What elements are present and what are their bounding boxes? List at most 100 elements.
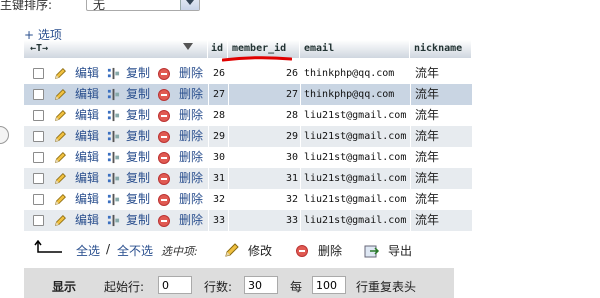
- copy-icon[interactable]: [107, 193, 120, 206]
- table-row[interactable]: 编辑 复制 删除 30 30 liu21st@gmail.com 流年: [24, 147, 472, 168]
- cell-member-id: 29: [285, 131, 298, 142]
- copy-link[interactable]: 复制: [126, 126, 150, 147]
- copy-icon[interactable]: [107, 109, 120, 122]
- delete-link[interactable]: 删除: [179, 105, 203, 126]
- pencil-icon[interactable]: [54, 88, 67, 101]
- sort-triangle-icon[interactable]: [183, 43, 193, 50]
- rows-label: 行数:: [204, 280, 233, 294]
- pencil-icon[interactable]: [224, 242, 240, 258]
- cell-member-id: 30: [285, 152, 298, 163]
- cell-email: liu21st@gmail.com: [304, 215, 407, 226]
- pencil-icon[interactable]: [54, 130, 67, 143]
- table-row[interactable]: 编辑 复制 删除 26 26 thinkphp@qq.com 流年: [24, 63, 472, 84]
- delete-link[interactable]: 删除: [179, 189, 203, 210]
- delete-icon[interactable]: [158, 89, 170, 101]
- pencil-icon[interactable]: [54, 214, 67, 227]
- table-row[interactable]: 编辑 复制 删除 31 31 liu21st@gmail.com 流年: [24, 168, 472, 189]
- copy-icon[interactable]: [107, 172, 120, 185]
- delete-link[interactable]: 删除: [179, 168, 203, 189]
- delete-icon[interactable]: [158, 110, 170, 122]
- header-email[interactable]: email: [300, 40, 410, 58]
- edit-link[interactable]: 编辑: [75, 63, 99, 84]
- table-row[interactable]: 编辑 复制 删除 32 32 liu21st@gmail.com 流年: [24, 189, 472, 210]
- row-checkbox[interactable]: [33, 173, 44, 184]
- table-row[interactable]: 编辑 复制 删除 28 28 liu21st@gmail.com 流年: [24, 105, 472, 126]
- bulk-export-button[interactable]: 导出: [388, 242, 412, 259]
- delete-icon[interactable]: [158, 68, 170, 80]
- delete-icon[interactable]: [158, 173, 170, 185]
- cell-nickname: 流年: [415, 150, 440, 164]
- header-nickname[interactable]: nickname: [410, 40, 472, 58]
- delete-link[interactable]: 删除: [179, 147, 203, 168]
- delete-link[interactable]: 删除: [179, 84, 203, 105]
- copy-link[interactable]: 复制: [126, 84, 150, 105]
- sort-select[interactable]: 无: [86, 0, 200, 12]
- delete-icon[interactable]: [158, 215, 170, 227]
- cell-id: 31: [213, 173, 226, 184]
- edit-link[interactable]: 编辑: [75, 105, 99, 126]
- delete-link[interactable]: 删除: [179, 63, 203, 84]
- pencil-icon[interactable]: [54, 193, 67, 206]
- delete-icon[interactable]: [158, 152, 170, 164]
- cell-nickname: 流年: [415, 171, 440, 185]
- display-bar: 显示 起始行: 行数: 每 行重复表头: [24, 268, 454, 298]
- with-selected-label: 选中项:: [161, 245, 198, 258]
- copy-icon[interactable]: [107, 151, 120, 164]
- pencil-icon[interactable]: [54, 172, 67, 185]
- table-row[interactable]: 编辑 复制 删除 27 27 thinkphp@qq.com 流年: [24, 84, 472, 105]
- edit-link[interactable]: 编辑: [75, 210, 99, 231]
- pencil-icon[interactable]: [54, 151, 67, 164]
- deselect-all-link[interactable]: 全不选: [117, 242, 153, 259]
- row-checkbox[interactable]: [33, 89, 44, 100]
- copy-icon[interactable]: [107, 214, 120, 227]
- cell-id: 28: [213, 110, 226, 121]
- cell-email: thinkphp@qq.com: [304, 89, 395, 100]
- delete-icon[interactable]: [158, 131, 170, 143]
- scroll-handle-icon[interactable]: [0, 126, 9, 144]
- export-icon[interactable]: [364, 243, 380, 258]
- header-id-label[interactable]: id: [211, 43, 223, 54]
- delete-icon[interactable]: [158, 194, 170, 206]
- copy-link[interactable]: 复制: [126, 168, 150, 189]
- edit-link[interactable]: 编辑: [75, 189, 99, 210]
- row-checkbox[interactable]: [33, 131, 44, 142]
- cell-id: 26: [213, 68, 226, 79]
- edit-link[interactable]: 编辑: [75, 126, 99, 147]
- pencil-icon[interactable]: [54, 109, 67, 122]
- copy-icon[interactable]: [107, 88, 120, 101]
- table-row[interactable]: 编辑 复制 删除 29 29 liu21st@gmail.com 流年: [24, 126, 472, 147]
- table-row[interactable]: 编辑 复制 删除 33 33 liu21st@gmail.com 流年: [24, 210, 472, 231]
- row-checkbox[interactable]: [33, 215, 44, 226]
- header-nickname-label[interactable]: nickname: [414, 43, 462, 54]
- row-checkbox[interactable]: [33, 194, 44, 205]
- cell-member-id: 27: [285, 89, 298, 100]
- pencil-icon[interactable]: [54, 67, 67, 80]
- copy-link[interactable]: 复制: [126, 63, 150, 84]
- edit-link[interactable]: 编辑: [75, 168, 99, 189]
- delete-link[interactable]: 删除: [179, 210, 203, 231]
- header-member-id-label[interactable]: member_id: [232, 43, 286, 54]
- header-email-label[interactable]: email: [304, 43, 334, 54]
- bulk-delete-button[interactable]: 删除: [318, 242, 342, 259]
- copy-link[interactable]: 复制: [126, 105, 150, 126]
- rows-input[interactable]: [244, 276, 278, 294]
- repeat-header-input[interactable]: [312, 276, 346, 294]
- bulk-edit-button[interactable]: 修改: [248, 242, 272, 259]
- edit-link[interactable]: 编辑: [75, 147, 99, 168]
- row-checkbox[interactable]: [33, 152, 44, 163]
- row-checkbox[interactable]: [33, 68, 44, 79]
- copy-link[interactable]: 复制: [126, 210, 150, 231]
- row-checkbox[interactable]: [33, 110, 44, 121]
- copy-icon[interactable]: [107, 67, 120, 80]
- copy-link[interactable]: 复制: [126, 147, 150, 168]
- chevron-down-icon[interactable]: [180, 0, 199, 10]
- column-arrows-icon[interactable]: ←T→: [30, 43, 48, 54]
- select-all-link[interactable]: 全选: [76, 242, 100, 259]
- edit-link[interactable]: 编辑: [75, 84, 99, 105]
- start-row-input[interactable]: [158, 276, 192, 294]
- delete-link[interactable]: 删除: [179, 126, 203, 147]
- cell-nickname: 流年: [415, 129, 440, 143]
- delete-icon[interactable]: [296, 245, 308, 257]
- copy-link[interactable]: 复制: [126, 189, 150, 210]
- copy-icon[interactable]: [107, 130, 120, 143]
